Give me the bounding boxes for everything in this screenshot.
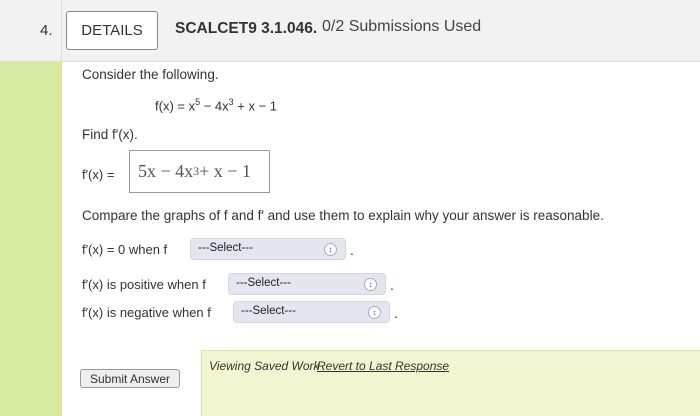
period: .	[350, 242, 354, 258]
left-status-stripe	[0, 61, 62, 416]
statement-zero-prefix: f′(x) = 0 when f	[82, 242, 168, 257]
submissions-count: 0/2 Submissions Used	[322, 18, 482, 35]
statement-negative-prefix: f′(x) is negative when f	[82, 305, 211, 320]
function-mid: − 4x	[200, 98, 229, 114]
chevron-updown-icon: ↕	[368, 306, 381, 319]
viewing-saved-work-label: Viewing Saved Work	[209, 359, 320, 373]
answer-input[interactable]: 5x − 4x 3 + x − 1	[129, 150, 270, 193]
question-number: 4.	[0, 0, 62, 61]
answer-part-2: + x − 1	[199, 161, 251, 181]
compare-prompt: Compare the graphs of f and f′ and use t…	[82, 208, 604, 223]
function-definition: f(x) = x5 − 4x3 + x − 1	[155, 97, 277, 113]
zero-select[interactable]: ---Select--- ↕	[190, 238, 346, 260]
details-button[interactable]: DETAILS	[66, 11, 158, 50]
period: .	[394, 305, 398, 321]
statement-positive-prefix: f′(x) is positive when f	[82, 277, 206, 292]
function-tail: + x − 1	[233, 98, 278, 114]
revert-to-last-response-link[interactable]: Revert to Last Response	[317, 359, 449, 373]
function-lhs: f(x) = x	[155, 98, 196, 114]
period: .	[390, 277, 394, 293]
submit-answer-button[interactable]: Submit Answer	[80, 369, 180, 388]
positive-select[interactable]: ---Select--- ↕	[228, 273, 386, 295]
answer-part-1: 5x − 4x	[138, 161, 194, 181]
select-value: ---Select---	[236, 277, 291, 289]
select-value: ---Select---	[241, 305, 296, 317]
negative-select[interactable]: ---Select--- ↕	[233, 301, 390, 323]
intro-text: Consider the following.	[82, 67, 219, 82]
chevron-updown-icon: ↕	[364, 278, 377, 291]
answer-label: f′(x) =	[82, 167, 115, 182]
chevron-updown-icon: ↕	[324, 243, 337, 256]
find-prompt: Find f′(x).	[82, 127, 138, 142]
select-value: ---Select---	[198, 242, 253, 254]
assignment-id: SCALCET9 3.1.046.	[175, 20, 318, 37]
